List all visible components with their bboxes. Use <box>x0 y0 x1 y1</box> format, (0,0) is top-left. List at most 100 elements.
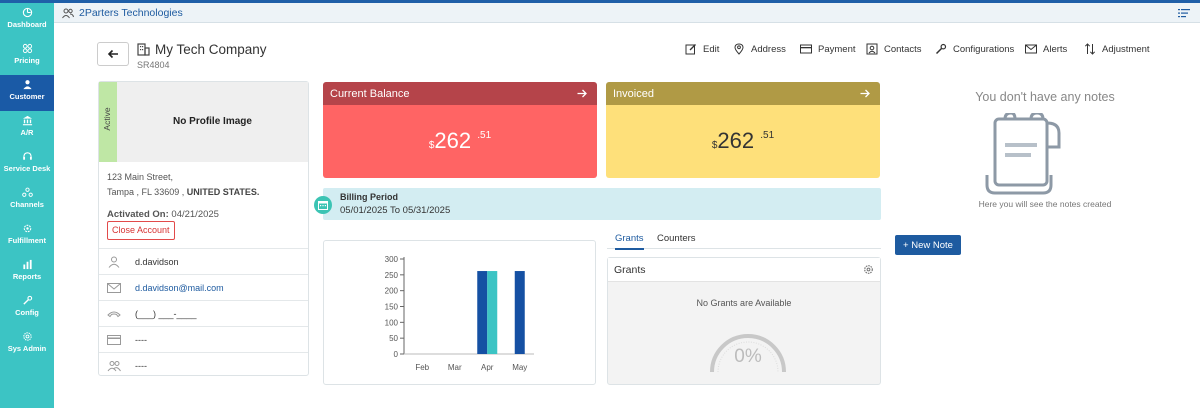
no-profile-image-text: No Profile Image <box>173 116 252 127</box>
y-tick-label: 200 <box>385 287 399 296</box>
sidebar-item-reports[interactable]: Reports <box>0 255 54 291</box>
no-grants-text: No Grants are Available <box>696 298 792 308</box>
tab-grants[interactable]: Grants <box>615 233 644 250</box>
current-balance-card[interactable]: Current Balance $262 .51 <box>323 82 597 178</box>
contacts-button[interactable]: Contacts <box>866 43 922 55</box>
email-link[interactable]: d.davidson@mail.com <box>135 283 224 293</box>
y-tick-label: 0 <box>394 350 399 359</box>
org-name[interactable]: 2Parters Technologies <box>79 7 183 19</box>
sidebar-item-label: Pricing <box>14 56 40 65</box>
sidebar-item-label: Service Desk <box>3 164 51 173</box>
notes-empty-subtitle: Here you will see the notes created <box>978 199 1112 209</box>
email-row: d.davidson@mail.com <box>99 274 308 300</box>
sidebar-item-label: Config <box>15 308 39 317</box>
bar <box>514 271 525 354</box>
gear-icon[interactable] <box>863 264 874 275</box>
x-tick-label: Mar <box>448 363 462 372</box>
invoiced-amount: $262 .51 <box>711 128 775 153</box>
balance-chart: 0 50 100 150 200 250 300 Feb Mar Apr May <box>385 255 534 372</box>
arrow-right-icon[interactable] <box>577 89 587 98</box>
address-city-line: Tampa , FL 33609 , UNITED STATES. <box>107 187 259 197</box>
x-tick-label: Feb <box>415 363 429 372</box>
sidebar-item-channels[interactable]: Channels <box>0 183 54 219</box>
invoiced-body: $262 .51 <box>606 105 880 178</box>
edit-button[interactable]: Edit <box>685 43 719 55</box>
phone: (___) ___-____ <box>135 308 197 319</box>
up-down-arrows-icon <box>1084 43 1096 55</box>
sidebar-item-service-desk[interactable]: Service Desk <box>0 147 54 183</box>
bar <box>487 271 498 354</box>
users-icon <box>62 8 74 18</box>
adjustment-button[interactable]: Adjustment <box>1084 43 1150 55</box>
payment-button[interactable]: Payment <box>800 43 856 55</box>
current-balance-amount: $262 .51 <box>428 128 492 153</box>
current-balance-header: Current Balance <box>323 82 597 105</box>
sidebar-item-label: Customer <box>9 92 45 101</box>
envelope-icon <box>1025 44 1037 54</box>
billing-period-dates: 05/01/2025 To 05/31/2025 <box>340 205 451 216</box>
credit-card-icon <box>107 334 121 345</box>
sidebar-item-dashboard[interactable]: Dashboard <box>0 3 54 39</box>
customer-icon <box>22 80 32 90</box>
channels-icon <box>21 187 33 197</box>
profile-card: Active No Profile Image 123 Main Street,… <box>98 81 309 376</box>
invoiced-title: Invoiced <box>613 87 654 100</box>
company-id: SR4804 <box>137 60 170 70</box>
y-tick-label: 50 <box>389 334 398 343</box>
sidebar-item-sys-admin[interactable]: Sys Admin <box>0 327 54 363</box>
balance-chart-panel: 0 50 100 150 200 250 300 Feb Mar Apr May <box>323 240 596 385</box>
edit-icon <box>685 44 696 55</box>
x-tick-label: Apr <box>481 363 494 372</box>
group-row: ---- <box>99 352 308 378</box>
current-balance-title: Current Balance <box>330 87 410 100</box>
sidebar-item-label: A/R <box>20 128 34 137</box>
notes-empty-title: You don't have any notes <box>975 90 1115 104</box>
grants-header: Grants <box>608 258 880 282</box>
invoiced-header: Invoiced <box>606 82 880 105</box>
phone-row: (___) ___-____ <box>99 300 308 326</box>
sidebar-item-config[interactable]: Config <box>0 291 54 327</box>
sidebar-item-label: Sys Admin <box>7 344 47 353</box>
address-city: Tampa , FL 33609 , <box>107 187 185 197</box>
sidebar-item-ar[interactable]: A/R <box>0 111 54 147</box>
cog-icon <box>22 332 32 341</box>
sidebar-item-label: Dashboard <box>7 20 47 29</box>
current-balance-body: $262 .51 <box>323 105 597 178</box>
gear-icon <box>23 224 31 233</box>
bar <box>477 271 488 354</box>
alerts-button[interactable]: Alerts <box>1025 43 1067 55</box>
user-icon <box>108 256 120 268</box>
arrow-right-icon[interactable] <box>860 89 870 98</box>
wrench-icon <box>22 295 32 305</box>
menu-icon[interactable] <box>1178 7 1190 19</box>
y-tick-label: 300 <box>385 255 399 264</box>
users-icon <box>107 360 121 371</box>
envelope-icon <box>107 282 121 293</box>
headset-icon <box>22 152 32 160</box>
sidebar-item-fulfillment[interactable]: Fulfillment <box>0 219 54 255</box>
wrench-icon <box>935 43 947 55</box>
action-toolbar: Edit Address Payment Contacts Configurat… <box>0 43 1200 57</box>
sidebar-item-label: Reports <box>12 272 42 281</box>
address-button[interactable]: Address <box>733 43 786 55</box>
grants-title: Grants <box>614 263 646 276</box>
sidebar-item-label: Fulfillment <box>8 236 46 245</box>
card-value: ---- <box>135 334 147 345</box>
group-value: ---- <box>135 360 147 371</box>
activated-on: Activated On: 04/21/2025 <box>107 209 219 220</box>
username: d.davidson <box>135 256 179 267</box>
username-row: d.davidson <box>99 248 308 274</box>
grants-gauge: 0% <box>710 334 786 373</box>
billing-period-title: Billing Period <box>340 192 399 202</box>
configurations-button[interactable]: Configurations <box>935 43 1014 55</box>
tab-counters[interactable]: Counters <box>657 233 696 244</box>
status-strip: Active <box>99 82 117 162</box>
status-badge: Active <box>102 107 112 131</box>
sidebar-item-customer[interactable]: Customer <box>0 75 54 111</box>
close-account-button[interactable]: Close Account <box>107 221 175 240</box>
new-note-button[interactable]: + New Note <box>895 235 961 255</box>
sidebar-item-label: Channels <box>10 200 44 209</box>
contact-card-icon <box>866 43 878 55</box>
activated-date: 04/21/2025 <box>171 209 219 220</box>
invoiced-card[interactable]: Invoiced $262 .51 <box>606 82 880 178</box>
